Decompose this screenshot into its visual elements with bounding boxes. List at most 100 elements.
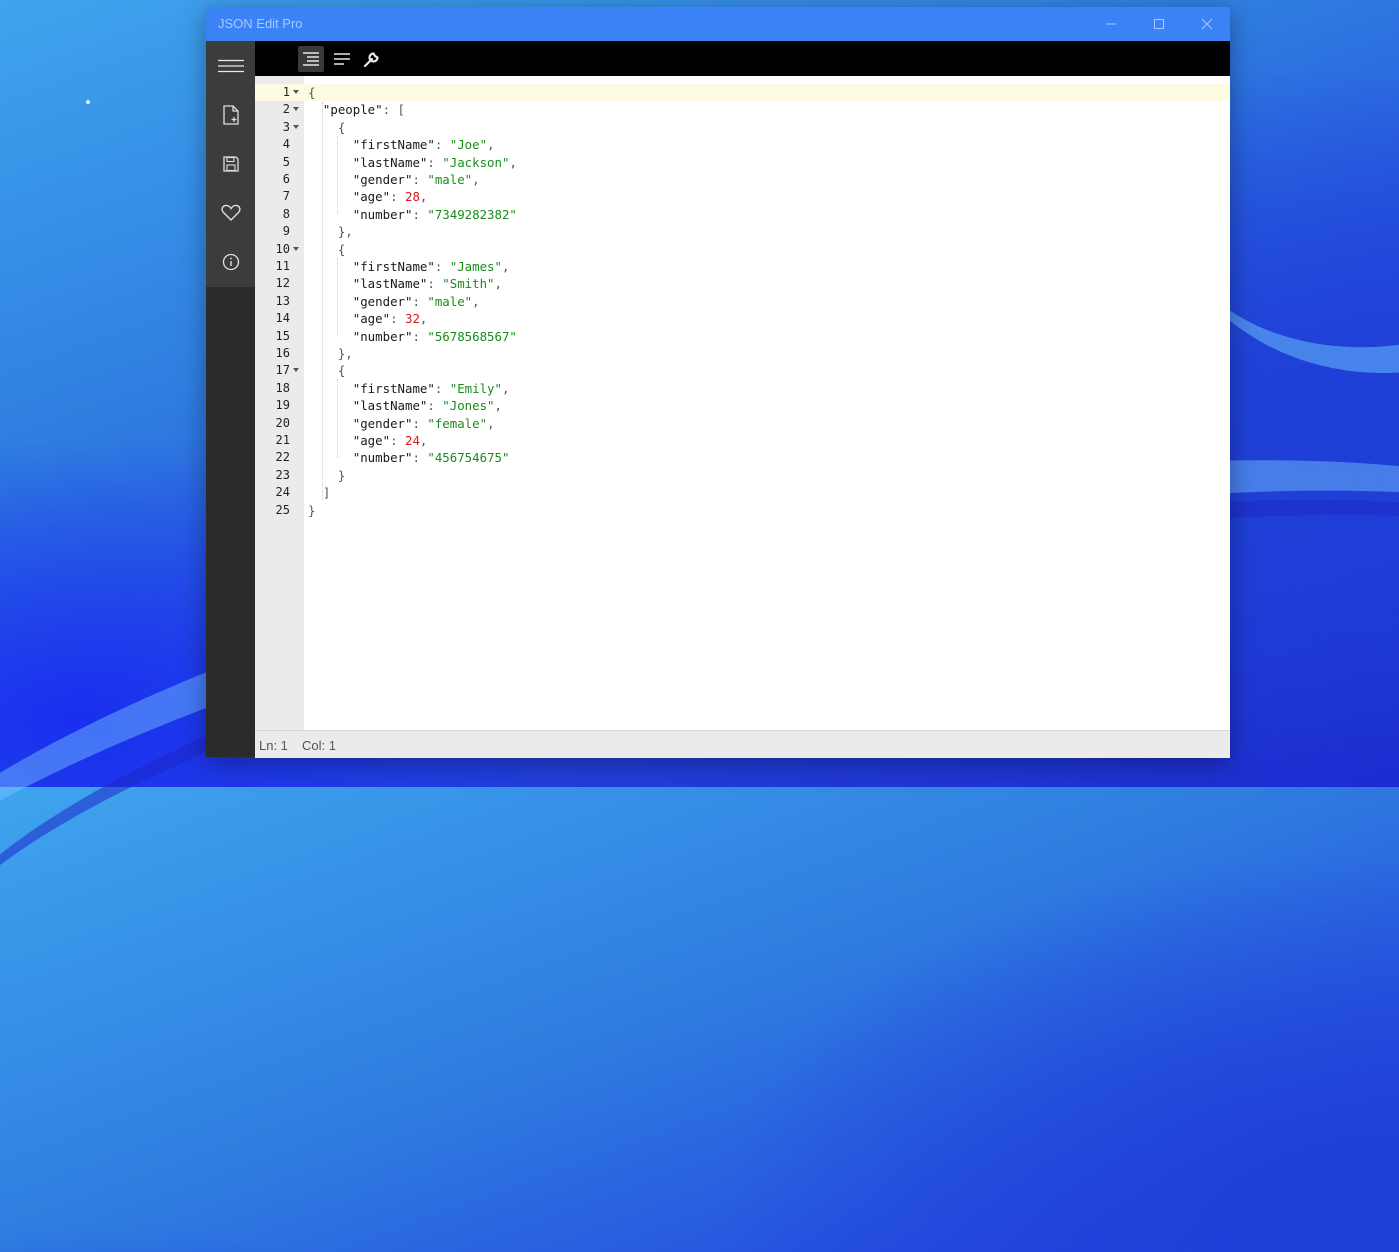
code-token: "age" <box>352 311 391 327</box>
line-number: 19 <box>275 398 290 413</box>
code-line[interactable]: 18 "firstName": "Emily", <box>255 380 1230 397</box>
format-button[interactable] <box>298 46 324 72</box>
code-editor[interactable]: 1{2 "people": [3 {4 "firstName": "Joe", 5… <box>255 76 1230 730</box>
code-line[interactable]: 13 "gender": "male", <box>255 293 1230 310</box>
maximize-button[interactable] <box>1136 7 1182 41</box>
status-bar: Ln: 1 Col: 1 <box>255 730 1230 758</box>
sidebar-info-button[interactable] <box>206 237 255 286</box>
code-line[interactable]: 23 } <box>255 467 1230 484</box>
code-line[interactable]: 24 ] <box>255 484 1230 501</box>
code-text: "lastName": "Jones", <box>308 397 502 414</box>
code-line[interactable]: 4 "firstName": "Joe", <box>255 136 1230 153</box>
line-number: 17 <box>275 363 290 378</box>
code-token: : <box>412 293 428 309</box>
code-line[interactable]: 19 "lastName": "Jones", <box>255 397 1230 414</box>
code-token: : <box>427 276 443 292</box>
fold-arrow-icon[interactable] <box>293 107 299 112</box>
fold-arrow-icon[interactable] <box>293 246 299 251</box>
code-line[interactable]: 12 "lastName": "Smith", <box>255 275 1230 292</box>
code-line[interactable]: 1{ <box>255 84 1230 102</box>
cursor-line-status: Ln: 1 <box>259 738 288 753</box>
fold-arrow-icon[interactable] <box>293 368 299 373</box>
tools-button[interactable] <box>359 46 385 72</box>
code-text: "firstName": "Emily", <box>308 380 510 397</box>
code-token: , <box>419 311 428 327</box>
code-token: }, <box>308 346 353 361</box>
code-line[interactable]: 9 }, <box>255 223 1230 240</box>
code-token: }, <box>308 224 353 240</box>
sidebar-save-button[interactable] <box>206 139 255 188</box>
code-token: "people" <box>322 102 383 118</box>
code-token: : <box>390 311 405 327</box>
code-text: { <box>308 241 345 258</box>
info-icon <box>222 253 239 270</box>
code-line[interactable]: 6 "gender": "male", <box>255 171 1230 188</box>
fold-arrow-icon[interactable] <box>293 124 299 129</box>
code-token: { <box>308 241 346 257</box>
code-line[interactable]: 22 "number": "456754675" <box>255 449 1230 466</box>
code-text: { <box>308 362 345 379</box>
code-line[interactable]: 14 "age": 32, <box>255 310 1230 327</box>
code-text: "lastName": "Jackson", <box>308 154 517 171</box>
sidebar-menu-button[interactable] <box>206 41 255 90</box>
code-token: "James" <box>449 259 502 274</box>
line-number: 1 <box>282 85 290 99</box>
code-token: "age" <box>352 433 391 448</box>
line-number: 2 <box>282 102 290 117</box>
title-bar[interactable]: JSON Edit Pro <box>206 7 1230 41</box>
code-token: "male" <box>427 172 473 187</box>
code-token: "Jackson" <box>442 154 510 170</box>
code-token: , <box>419 433 428 448</box>
code-line[interactable]: 5 "lastName": "Jackson", <box>255 154 1230 171</box>
code-line[interactable]: 7 "age": 28, <box>255 188 1230 205</box>
sidebar-favorite-button[interactable] <box>206 188 255 237</box>
code-token: , <box>487 415 495 431</box>
compact-button[interactable] <box>329 46 355 72</box>
code-text: "gender": "male", <box>308 171 480 188</box>
maximize-icon <box>1154 19 1164 29</box>
code-line[interactable]: 25} <box>255 502 1230 519</box>
code-token: "Joe" <box>449 137 488 153</box>
hamburger-menu-icon <box>217 59 244 72</box>
save-icon <box>222 155 239 172</box>
line-number: 22 <box>275 450 290 465</box>
code-token: { <box>308 363 346 379</box>
line-number: 14 <box>275 311 290 326</box>
sidebar-new-file-button[interactable] <box>206 90 255 139</box>
code-token: "gender" <box>352 172 413 187</box>
code-line[interactable]: 15 "number": "5678568567" <box>255 328 1230 345</box>
sidebar <box>206 41 255 757</box>
code-line[interactable]: 3 { <box>255 119 1230 136</box>
code-line[interactable]: 20 "gender": "female", <box>255 415 1230 432</box>
desktop-cursor-dot <box>86 100 90 104</box>
code-token: : <box>412 206 428 222</box>
code-line[interactable]: 2 "people": [ <box>255 101 1230 118</box>
code-text: "number": "456754675" <box>308 449 510 466</box>
fold-arrow-icon[interactable] <box>293 90 299 94</box>
code-token: "firstName" <box>352 380 435 396</box>
code-line[interactable]: 21 "age": 24, <box>255 432 1230 449</box>
line-number: 11 <box>275 259 290 273</box>
line-number: 20 <box>275 415 290 430</box>
code-line[interactable]: 16 }, <box>255 345 1230 362</box>
code-token: "number" <box>352 450 413 466</box>
code-token: "Jones" <box>442 398 495 414</box>
close-button[interactable] <box>1184 7 1230 41</box>
code-token: } <box>308 467 346 483</box>
code-line[interactable]: 8 "number": "7349282382" <box>255 206 1230 223</box>
code-line[interactable]: 17 { <box>255 362 1230 379</box>
minimize-button[interactable] <box>1088 7 1134 41</box>
code-text: "number": "7349282382" <box>308 206 517 223</box>
code-line[interactable]: 10 { <box>255 241 1230 258</box>
code-text: "gender": "male", <box>308 293 480 310</box>
code-line[interactable]: 11 "firstName": "James", <box>255 258 1230 275</box>
line-number: 23 <box>275 467 290 482</box>
code-token: { <box>308 85 316 100</box>
line-number: 16 <box>275 346 290 360</box>
toolbar <box>255 41 1230 76</box>
